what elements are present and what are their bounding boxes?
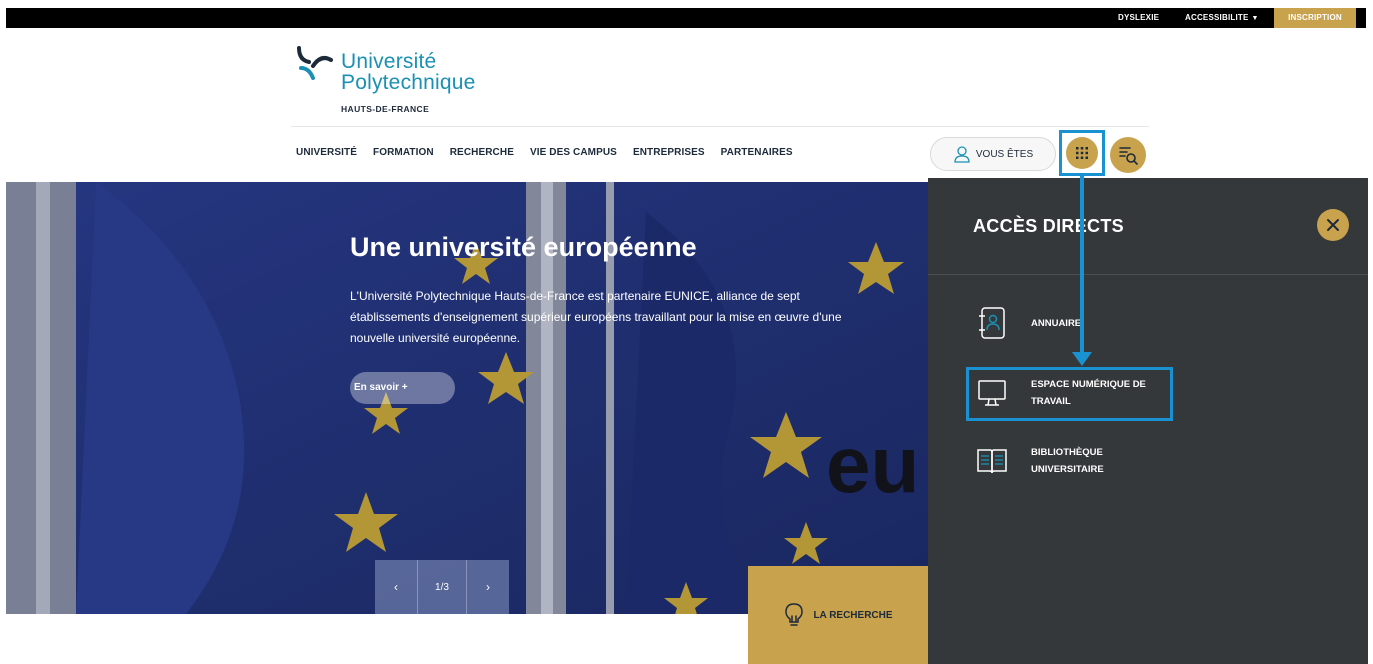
register-link[interactable]: INSCRIPTION bbox=[1274, 8, 1356, 28]
nav-item-partenaires[interactable]: PARTENAIRES bbox=[721, 147, 793, 163]
logo-line-3: HAUTS-DE-FRANCE bbox=[341, 104, 430, 114]
main-nav: UNIVERSITÉ FORMATION RECHERCHE VIE DES C… bbox=[296, 147, 809, 163]
lightbulb-icon bbox=[785, 603, 804, 626]
logo-mark-icon bbox=[297, 46, 333, 80]
learn-more-button[interactable]: En savoir + bbox=[350, 372, 455, 404]
quick-access-bibliotheque[interactable]: BIBLIOTHÈQUE UNIVERSITAIRE bbox=[973, 442, 1141, 480]
direct-access-panel: ACCÈS DIRECTS ANNUAIRE ESPACE NUMÉRIQUE … bbox=[928, 178, 1368, 664]
hero-slider: eu Une université européenne L'Universit… bbox=[6, 182, 928, 614]
accessibility-menu[interactable]: ACCESSIBILITE ▼ bbox=[1185, 8, 1259, 28]
nav-item-vie-des-campus[interactable]: VIE DES CAMPUS bbox=[530, 147, 617, 163]
chevron-right-icon: › bbox=[486, 580, 490, 594]
chevron-left-icon: ‹ bbox=[394, 580, 398, 594]
book-icon bbox=[973, 442, 1011, 480]
close-panel-button[interactable] bbox=[1317, 209, 1349, 241]
nav-item-universite[interactable]: UNIVERSITÉ bbox=[296, 147, 357, 163]
next-slide-button[interactable]: › bbox=[467, 560, 509, 614]
quick-access-label: ANNUAIRE bbox=[1031, 317, 1082, 329]
accessibility-label: ACCESSIBILITE bbox=[1185, 13, 1249, 22]
search-button[interactable] bbox=[1110, 137, 1146, 173]
caret-down-icon: ▼ bbox=[1251, 15, 1259, 22]
header-divider bbox=[291, 126, 1149, 127]
research-tile[interactable]: LA RECHERCHE bbox=[748, 566, 928, 664]
top-utility-bar: DYSLEXIE ACCESSIBILITE ▼ INSCRIPTION bbox=[6, 8, 1366, 28]
quick-access-annuaire[interactable]: ANNUAIRE bbox=[973, 304, 1081, 342]
hero-text: L'Université Polytechnique Hauts-de-Fran… bbox=[350, 289, 842, 345]
user-icon bbox=[954, 146, 970, 163]
hero-title: Une université européenne bbox=[350, 232, 697, 262]
nav-item-formation[interactable]: FORMATION bbox=[373, 147, 434, 163]
nav-item-entreprises[interactable]: ENTREPRISES bbox=[633, 147, 705, 163]
university-logo[interactable]: Université Polytechnique HAUTS-DE-FRANCE bbox=[295, 42, 495, 118]
close-icon bbox=[1327, 219, 1339, 231]
search-list-icon bbox=[1119, 147, 1138, 165]
logo-line-2: Polytechnique bbox=[341, 71, 476, 94]
nav-item-recherche[interactable]: RECHERCHE bbox=[450, 147, 514, 163]
vous-etes-button[interactable]: VOUS ÊTES bbox=[930, 137, 1056, 171]
directory-icon bbox=[973, 304, 1011, 342]
panel-divider bbox=[928, 274, 1368, 275]
apps-button-highlight bbox=[1059, 130, 1105, 176]
prev-slide-button[interactable]: ‹ bbox=[375, 560, 417, 614]
annotation-arrow-head bbox=[1072, 352, 1092, 366]
slider-pager: ‹ 1/3 › bbox=[375, 560, 509, 614]
research-label: LA RECHERCHE bbox=[813, 609, 893, 621]
vous-etes-label: VOUS ÊTES bbox=[975, 148, 1034, 160]
slide-counter: 1/3 bbox=[417, 560, 467, 614]
panel-title: ACCÈS DIRECTS bbox=[973, 216, 1124, 236]
dyslexia-link[interactable]: DYSLEXIE bbox=[1118, 8, 1159, 28]
ent-highlight-box bbox=[966, 367, 1173, 421]
quick-access-label: BIBLIOTHÈQUE UNIVERSITAIRE bbox=[1031, 447, 1104, 475]
annotation-arrow-line bbox=[1080, 176, 1084, 354]
